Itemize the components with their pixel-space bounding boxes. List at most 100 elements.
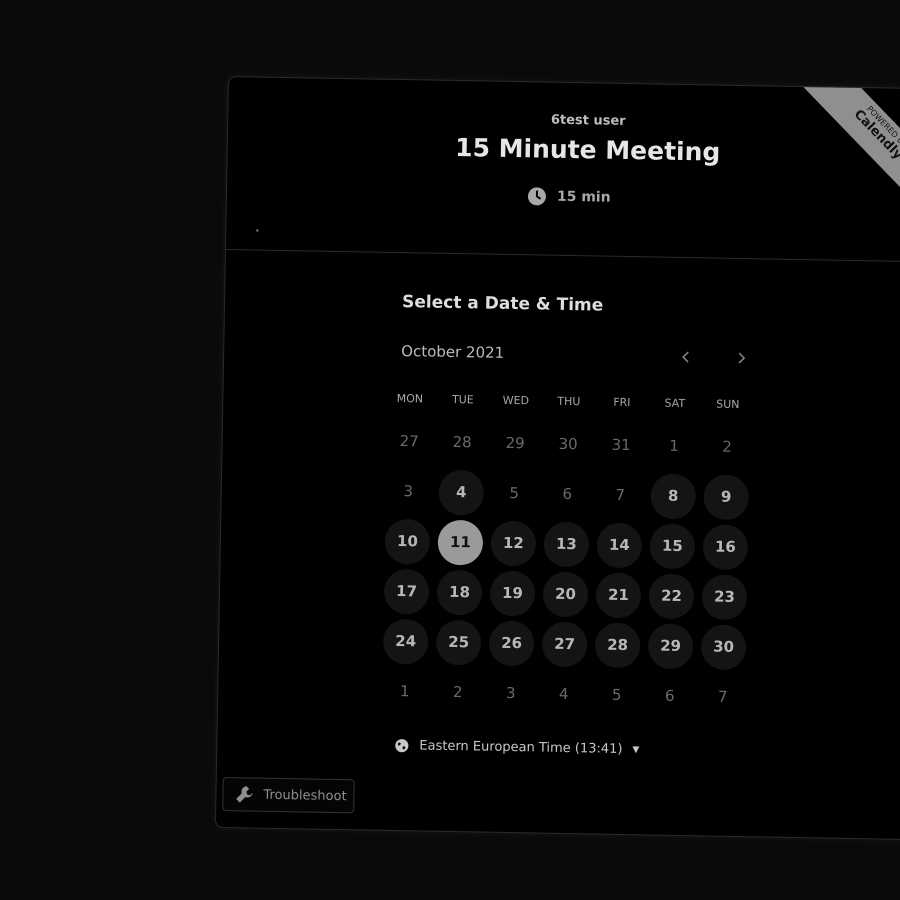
day-number: 13 — [543, 521, 590, 567]
calendar-day-selected[interactable]: 11 — [433, 517, 487, 568]
day-number: 6 — [664, 686, 675, 705]
powered-by-ribbon[interactable]: POWERED BY Calendly — [793, 76, 900, 222]
calendar-day-available[interactable]: 9 — [699, 471, 753, 522]
day-number: 15 — [649, 522, 696, 569]
calendar-day-outside: 30 — [541, 419, 595, 470]
chevron-right-icon — [738, 352, 746, 364]
clock-icon — [527, 187, 546, 206]
wrench-icon — [236, 786, 253, 803]
calendar-day-available[interactable]: 17 — [380, 566, 434, 617]
calendar-day-available[interactable]: 25 — [432, 617, 486, 668]
calendar-day-available[interactable]: 8 — [646, 470, 700, 521]
day-number: 14 — [596, 522, 643, 568]
duration-label: 15 min — [556, 188, 611, 206]
day-number: 7 — [615, 485, 626, 504]
day-number: 22 — [648, 572, 695, 619]
day-number: 24 — [382, 618, 429, 665]
calendar-day-available[interactable]: 30 — [697, 621, 751, 672]
day-number: 8 — [650, 472, 697, 519]
weekday-label: THU — [557, 394, 581, 409]
calendar-day-unavailable: 2 — [700, 421, 754, 472]
calendar-day-available[interactable]: 19 — [486, 568, 540, 619]
weekday-label: SUN — [716, 397, 740, 411]
day-number: 9 — [703, 473, 750, 520]
calendar-day-available[interactable]: 24 — [379, 616, 433, 667]
calendar-day-outside: 6 — [643, 670, 697, 721]
calendar-day-unavailable: 7 — [593, 469, 647, 520]
event-duration: 15 min — [527, 186, 611, 207]
calendar-grid: 27 28 29 30 31 1 2 3 4 5 6 7 8 9 10 11 12 13 14 15 16 17 18 19 2… — [378, 416, 754, 722]
day-number: 30 — [558, 434, 578, 454]
calendar-day-available[interactable]: 22 — [645, 570, 699, 621]
timezone-selector[interactable]: Eastern European Time (13:41) ▼ — [394, 738, 639, 757]
day-number: 11 — [437, 519, 484, 566]
calendar-day-outside: 7 — [696, 671, 750, 722]
caret-down-icon: ▼ — [632, 744, 640, 755]
calendar-day-available[interactable]: 14 — [592, 519, 646, 570]
day-number: 2 — [452, 683, 463, 702]
day-number: 3 — [403, 482, 414, 501]
next-month-button[interactable] — [729, 346, 753, 370]
day-number: 30 — [700, 623, 747, 670]
host-name: 6test user — [550, 112, 626, 129]
day-number: 20 — [542, 571, 589, 617]
calendar-day-available[interactable]: 15 — [645, 520, 699, 571]
weekday-header: MON TUE WED THU FRI SAT SUN — [383, 392, 754, 411]
calendar-day-available[interactable]: 16 — [698, 521, 752, 572]
day-number: 5 — [509, 483, 520, 503]
calendar-day-available[interactable]: 13 — [539, 519, 593, 570]
weekday-label: MON — [396, 391, 424, 406]
calendar-day-available[interactable]: 10 — [380, 516, 434, 567]
troubleshoot-label: Troubleshoot — [263, 787, 347, 804]
day-number: 17 — [383, 568, 430, 615]
calendar-day-outside: 4 — [537, 668, 591, 719]
calendar-day-available[interactable]: 26 — [485, 618, 539, 669]
weekday-label: SAT — [664, 396, 686, 411]
day-number: 28 — [452, 432, 472, 452]
calendar-day-available[interactable]: 12 — [486, 518, 540, 569]
day-number: 12 — [490, 520, 537, 566]
calendar-day-available[interactable]: 28 — [591, 619, 645, 670]
chevron-left-icon — [682, 351, 689, 363]
day-number: 1 — [399, 682, 410, 701]
weekday-label: TUE — [451, 392, 474, 407]
calendar-day-outside: 5 — [590, 669, 644, 720]
calendar-day-unavailable: 5 — [487, 468, 541, 519]
globe-icon — [395, 739, 409, 753]
calendar-day-outside: 28 — [435, 417, 489, 468]
day-number: 2 — [722, 437, 733, 456]
event-title: 15 Minute Meeting — [454, 132, 721, 167]
decorative-dot — [256, 229, 259, 232]
calendar-day-available[interactable]: 18 — [433, 567, 487, 618]
day-number: 31 — [611, 435, 631, 455]
day-number: 28 — [594, 621, 641, 668]
weekday-label: FRI — [613, 395, 631, 410]
calendar-day-available[interactable]: 29 — [644, 620, 698, 671]
day-number: 3 — [505, 683, 516, 703]
day-number: 27 — [399, 432, 419, 451]
day-number: 7 — [717, 687, 728, 706]
calendar-day-unavailable: 1 — [647, 420, 701, 471]
section-title: Select a Date & Time — [401, 292, 604, 316]
calendar-day-unavailable: 3 — [381, 466, 435, 517]
day-number: 18 — [436, 569, 483, 616]
calendar-day-outside: 29 — [488, 418, 542, 469]
day-number: 29 — [647, 622, 694, 669]
weekday-label: WED — [502, 393, 530, 408]
day-number: 29 — [505, 433, 525, 453]
prev-month-button[interactable] — [674, 345, 698, 369]
day-number: 1 — [669, 436, 680, 455]
calendar-day-available[interactable]: 21 — [592, 569, 646, 620]
event-header: 6test user 15 Minute Meeting 15 min POWE… — [225, 76, 900, 263]
troubleshoot-button[interactable]: Troubleshoot — [222, 777, 355, 814]
calendar-day-unavailable: 6 — [540, 469, 594, 520]
calendar-day-available[interactable]: 27 — [538, 619, 592, 670]
day-number: 23 — [701, 573, 748, 620]
calendar-day-available[interactable]: 23 — [698, 571, 752, 622]
calendar-day-available[interactable]: 4 — [434, 467, 488, 518]
booking-card: 6test user 15 Minute Meeting 15 min POWE… — [214, 76, 900, 841]
calendar-day-outside: 27 — [382, 416, 436, 467]
calendar-day-available[interactable]: 20 — [539, 569, 593, 620]
day-number: 5 — [611, 685, 622, 704]
day-number: 4 — [558, 684, 569, 704]
